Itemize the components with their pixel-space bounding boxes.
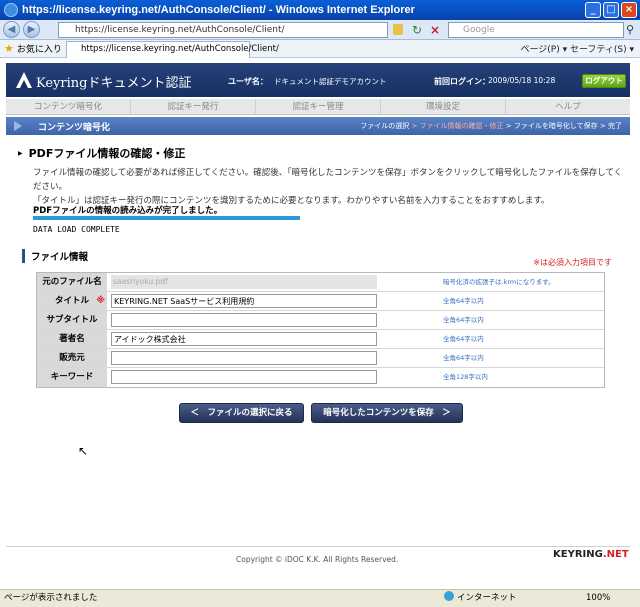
zone-label: インターネット	[457, 593, 517, 603]
keyword-label: キーワード	[37, 368, 107, 387]
menu-item-manage-key[interactable]: 認証キー管理	[256, 99, 381, 114]
page-description: ファイル情報の確認して必要があれば修正してください。確認後、「暗号化したコンテン…	[33, 166, 623, 208]
step-complete: 完了	[608, 122, 622, 130]
url-input[interactable]: https://license.keyring.net/AuthConsole/…	[58, 22, 388, 38]
keyring-logo-icon	[16, 72, 32, 88]
mouse-cursor-icon: ↖	[78, 444, 89, 458]
author-hint: 全角64字以内	[443, 335, 484, 343]
lock-icon[interactable]	[393, 24, 403, 35]
step-encrypt-save: ファイルを暗号化して保存	[513, 122, 598, 130]
menu-item-issue-key[interactable]: 認証キー発行	[131, 99, 256, 114]
footer-logo-part1: KEYRING	[553, 549, 603, 560]
step-select-file: ファイルの選択	[360, 122, 410, 130]
breadcrumb-arrow-icon	[14, 121, 22, 131]
site-logo-text: Keyringドキュメント認証	[36, 76, 192, 91]
original-filename-hint: 暗号化済の拡張子は.krmになります。	[443, 278, 555, 286]
title-label: タイトル ※	[37, 292, 107, 310]
last-login-label: 前回ログイン：	[434, 77, 490, 86]
step-confirm-info: ファイル情報の確認・修正	[419, 122, 504, 130]
ie-icon	[4, 3, 18, 17]
original-filename-value: saasriyoku.pdf	[111, 275, 377, 289]
zoom-level[interactable]: 100%	[586, 590, 610, 607]
footer-divider	[6, 546, 630, 547]
site-header: Keyringドキュメント認証 ユーザ名： ドキュメント認証デモアカウント 前回…	[6, 63, 630, 97]
save-encrypted-button[interactable]: 暗号化したコンテンツを保存 ＞	[311, 403, 463, 423]
title-label-text: タイトル	[54, 296, 89, 306]
back-to-file-select-button[interactable]: ＜ ファイルの選択に戻る	[179, 403, 304, 423]
close-button[interactable]: ×	[621, 2, 637, 18]
footer-logo: KEYRING.NET	[553, 549, 629, 560]
window-title: https://license.keyring.net/AuthConsole/…	[22, 4, 415, 16]
step-indicator: ファイルの選択 > ファイル情報の確認・修正 > ファイルを暗号化して保存 > …	[360, 122, 622, 130]
publisher-input[interactable]	[111, 351, 377, 365]
publisher-label: 販売元	[37, 349, 107, 367]
back-arrow-icon[interactable]: ◀	[3, 21, 20, 38]
form-row-subtitle: サブタイトル 全角64字以内	[37, 311, 604, 330]
globe-icon	[444, 591, 454, 601]
footer-logo-part2: .NET	[602, 549, 629, 560]
refresh-icon[interactable]: ↻	[412, 23, 426, 37]
menu-item-encrypt[interactable]: コンテンツ暗号化	[6, 99, 131, 114]
browser-tab[interactable]: https://license.keyring.net/AuthConsole/…	[66, 41, 279, 58]
form-row-keyword: キーワード 全角128字以内	[37, 368, 604, 387]
window-controls: _ □ ×	[585, 2, 637, 18]
copyright-text: Copyright © iDOC K.K. All Rights Reserve…	[236, 555, 399, 564]
page-title: PDFファイル情報の確認・修正	[18, 145, 186, 161]
menu-item-help[interactable]: ヘルプ	[506, 99, 630, 114]
keyword-hint: 全角128字以内	[443, 373, 488, 381]
title-input[interactable]	[111, 294, 377, 308]
menu-item-settings[interactable]: 環境設定	[381, 99, 506, 114]
subtitle-hint: 全角64字以内	[443, 316, 484, 324]
browser-statusbar: ページが表示されました インターネット 100%	[0, 589, 640, 607]
breadcrumb: コンテンツ暗号化 ファイルの選択 > ファイル情報の確認・修正 > ファイルを暗…	[6, 117, 630, 135]
page-content: Keyringドキュメント認証 ユーザ名： ドキュメント認証デモアカウント 前回…	[0, 59, 640, 589]
title-hint: 全角64字以内	[443, 297, 484, 305]
favorites-star-icon[interactable]: ★	[4, 42, 14, 55]
minimize-button[interactable]: _	[585, 2, 601, 18]
file-info-heading: ファイル情報	[22, 249, 88, 263]
user-value: ドキュメント認証デモアカウント	[274, 77, 387, 86]
user-label: ユーザ名：	[228, 77, 268, 86]
file-info-form: 元のファイル名 saasriyoku.pdf 暗号化済の拡張子は.krmになりま…	[36, 272, 605, 388]
keyword-input[interactable]	[111, 370, 377, 384]
status-text: ページが表示されました	[4, 593, 98, 603]
window-titlebar: https://license.keyring.net/AuthConsole/…	[0, 0, 640, 20]
load-progress-bar	[33, 216, 300, 220]
address-bar: ◀ ▶ https://license.keyring.net/AuthCons…	[0, 20, 640, 40]
description-line-1: ファイル情報の確認して必要があれば修正してください。確認後、「暗号化したコンテン…	[33, 168, 623, 192]
load-progress-fill	[33, 216, 300, 220]
form-row-author: 著者名 全角64字以内	[37, 330, 604, 349]
form-row-original: 元のファイル名 saasriyoku.pdf 暗号化済の拡張子は.krmになりま…	[37, 273, 604, 292]
breadcrumb-title: コンテンツ暗号化	[38, 123, 111, 133]
security-zone: インターネット	[444, 590, 517, 607]
last-login-value: 2009/05/18 10:28	[488, 76, 556, 85]
form-row-publisher: 販売元 全角64字以内	[37, 349, 604, 368]
maximize-button[interactable]: □	[603, 2, 619, 18]
form-row-title: タイトル ※ 全角64字以内	[37, 292, 604, 311]
title-required-mark: ※	[96, 296, 105, 306]
search-input[interactable]: Google	[448, 22, 624, 38]
forward-arrow-icon[interactable]: ▶	[23, 21, 40, 38]
load-complete-message: PDFファイルの情報の読み込みが完了しました。	[33, 206, 223, 216]
publisher-hint: 全角64字以内	[443, 354, 484, 362]
subtitle-input[interactable]	[111, 313, 377, 327]
toolbar-tools[interactable]: ページ(P) ▾ セーフティ(S) ▾	[520, 42, 634, 55]
subtitle-label: サブタイトル	[37, 311, 107, 329]
logout-button[interactable]: ログアウト	[582, 74, 626, 88]
stop-icon[interactable]: ×	[430, 23, 444, 37]
author-label: 著者名	[37, 330, 107, 348]
favorites-label[interactable]: お気に入り	[17, 42, 62, 55]
author-input[interactable]	[111, 332, 377, 346]
required-note: ※は必須入力項目です	[533, 258, 612, 267]
original-filename-label: 元のファイル名	[37, 273, 107, 291]
search-icon[interactable]: ⚲	[626, 23, 634, 36]
load-status-text: DATA LOAD COMPLETE	[33, 225, 120, 234]
main-menu: コンテンツ暗号化 認証キー発行 認証キー管理 環境設定 ヘルプ	[6, 99, 630, 115]
